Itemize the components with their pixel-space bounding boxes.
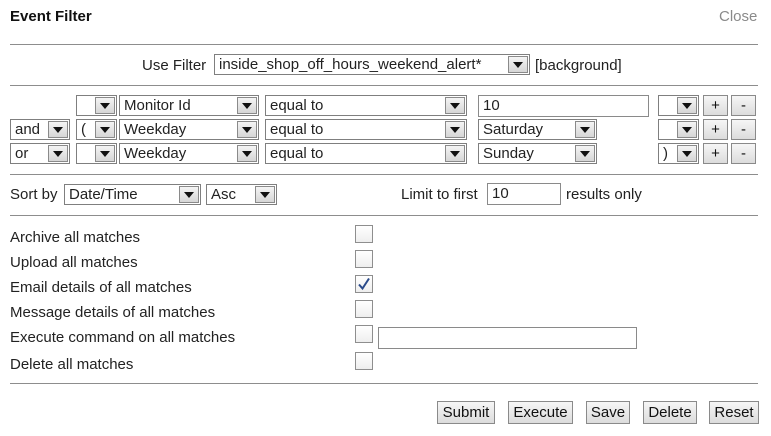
submit-button[interactable]: Submit	[437, 401, 495, 424]
execute-checkbox[interactable]	[355, 325, 373, 343]
open-bracket-select[interactable]	[76, 143, 117, 164]
chevron-down-icon	[95, 145, 115, 162]
chevron-down-icon	[237, 121, 257, 138]
save-button[interactable]: Save	[586, 401, 630, 424]
sort-direction-select[interactable]: Asc	[206, 184, 277, 205]
chevron-down-icon	[48, 121, 68, 138]
chevron-down-icon	[445, 145, 465, 162]
delete-button[interactable]: Delete	[643, 401, 697, 424]
remove-condition-button[interactable]: -	[731, 143, 756, 164]
action-label-execute: Execute command on all matches	[10, 329, 236, 346]
chevron-down-icon	[255, 186, 275, 203]
delete-checkbox[interactable]	[355, 352, 373, 370]
use-filter-label: Use Filter	[142, 57, 207, 74]
limit-suffix-label: results only	[566, 186, 642, 203]
chevron-down-icon	[677, 121, 697, 138]
upload-checkbox[interactable]	[355, 250, 373, 268]
chevron-down-icon	[237, 145, 257, 162]
chevron-down-icon	[677, 97, 697, 114]
field-select[interactable]: Monitor Id	[119, 95, 259, 116]
open-bracket-select[interactable]	[76, 95, 117, 116]
chevron-down-icon	[445, 121, 465, 138]
add-condition-button[interactable]: +	[703, 95, 728, 116]
open-bracket-select[interactable]: (	[76, 119, 117, 140]
remove-condition-button[interactable]: -	[731, 119, 756, 140]
divider	[10, 383, 758, 384]
add-condition-button[interactable]: +	[703, 119, 728, 140]
chevron-down-icon	[95, 121, 115, 138]
action-label-message: Message details of all matches	[10, 304, 216, 321]
operator-select[interactable]: equal to	[265, 143, 467, 164]
use-filter-value: inside_shop_off_hours_weekend_alert*	[219, 56, 482, 73]
close-bracket-select[interactable]: )	[658, 143, 699, 164]
conjunction-select[interactable]: and	[10, 119, 70, 140]
archive-checkbox[interactable]	[355, 225, 373, 243]
close-bracket-select[interactable]	[658, 95, 699, 116]
value-select[interactable]: Sunday	[478, 143, 597, 164]
chevron-down-icon	[445, 97, 465, 114]
chevron-down-icon	[677, 145, 697, 162]
divider	[10, 174, 758, 175]
chevron-down-icon	[237, 97, 257, 114]
dialog-title: Event Filter	[10, 8, 92, 25]
chevron-down-icon	[508, 56, 528, 73]
use-filter-select[interactable]: inside_shop_off_hours_weekend_alert*	[214, 54, 530, 75]
chevron-down-icon	[95, 97, 115, 114]
value-input[interactable]: 10	[478, 95, 649, 117]
execute-command-input[interactable]	[378, 327, 637, 349]
checkmark-icon	[358, 277, 370, 291]
chevron-down-icon	[48, 145, 68, 162]
email-checkbox[interactable]	[355, 275, 373, 293]
action-label-email: Email details of all matches	[10, 279, 192, 296]
action-label-delete: Delete all matches	[10, 356, 134, 373]
reset-button[interactable]: Reset	[709, 401, 759, 424]
divider	[10, 215, 758, 216]
operator-select[interactable]: equal to	[265, 119, 467, 140]
chevron-down-icon	[575, 145, 595, 162]
close-link[interactable]: Close	[719, 8, 757, 25]
close-bracket-select[interactable]	[658, 119, 699, 140]
sort-by-label: Sort by	[10, 186, 58, 203]
field-select[interactable]: Weekday	[119, 119, 259, 140]
field-select[interactable]: Weekday	[119, 143, 259, 164]
chevron-down-icon	[575, 121, 595, 138]
action-label-archive: Archive all matches	[10, 229, 141, 246]
chevron-down-icon	[179, 186, 199, 203]
limit-label: Limit to first	[401, 186, 478, 203]
background-label: [background]	[535, 57, 622, 74]
limit-input[interactable]: 10	[487, 183, 561, 205]
value-select[interactable]: Saturday	[478, 119, 597, 140]
message-checkbox[interactable]	[355, 300, 373, 318]
divider	[10, 85, 758, 86]
conjunction-select[interactable]: or	[10, 143, 70, 164]
add-condition-button[interactable]: +	[703, 143, 728, 164]
execute-button[interactable]: Execute	[508, 401, 573, 424]
operator-select[interactable]: equal to	[265, 95, 467, 116]
remove-condition-button[interactable]: -	[731, 95, 756, 116]
divider	[10, 44, 758, 45]
sort-field-select[interactable]: Date/Time	[64, 184, 201, 205]
action-label-upload: Upload all matches	[10, 254, 138, 271]
